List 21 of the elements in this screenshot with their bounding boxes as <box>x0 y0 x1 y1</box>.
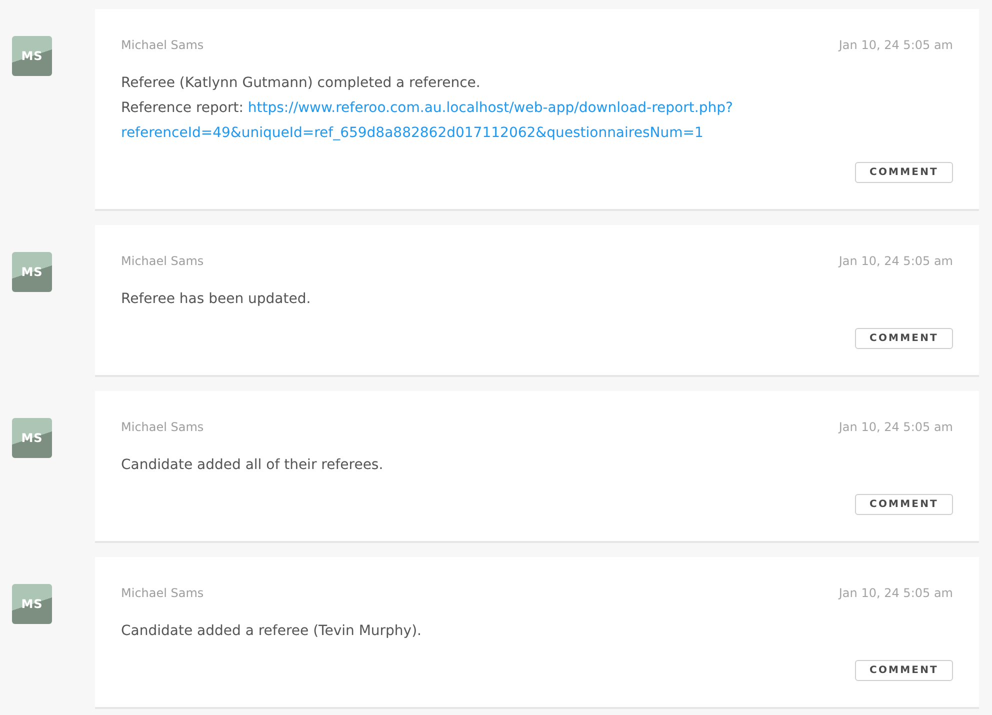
message-text: Referee has been updated. <box>121 290 312 309</box>
comment-button[interactable]: COMMENT <box>855 328 953 349</box>
author-name: Michael Sams <box>121 419 204 435</box>
timestamp: Jan 10, 24 5:05 am <box>838 253 953 269</box>
comment-button[interactable]: COMMENT <box>855 660 953 681</box>
user-avatar: MS <box>12 36 52 76</box>
timestamp: Jan 10, 24 5:05 am <box>838 585 953 601</box>
message-text: Candidate added a referee (Tevin Murphy). <box>121 622 422 641</box>
author-name: Michael Sams <box>121 37 204 53</box>
user-avatar: MS <box>12 418 52 458</box>
timestamp: Jan 10, 24 5:05 am <box>838 419 953 435</box>
timestamp: Jan 10, 24 5:05 am <box>838 37 953 53</box>
message-text: Candidate added all of their referees. <box>121 456 384 475</box>
comment-button[interactable]: COMMENT <box>855 162 953 183</box>
author-name: Michael Sams <box>121 253 204 269</box>
comment-button[interactable]: COMMENT <box>855 494 953 515</box>
message-text: Referee (Katlynn Gutmann) completed a reference. <box>121 74 482 93</box>
user-avatar: MS <box>12 584 52 624</box>
report-label: Reference report: <box>121 100 244 116</box>
user-avatar: MS <box>12 252 52 292</box>
author-name: Michael Sams <box>121 585 204 601</box>
